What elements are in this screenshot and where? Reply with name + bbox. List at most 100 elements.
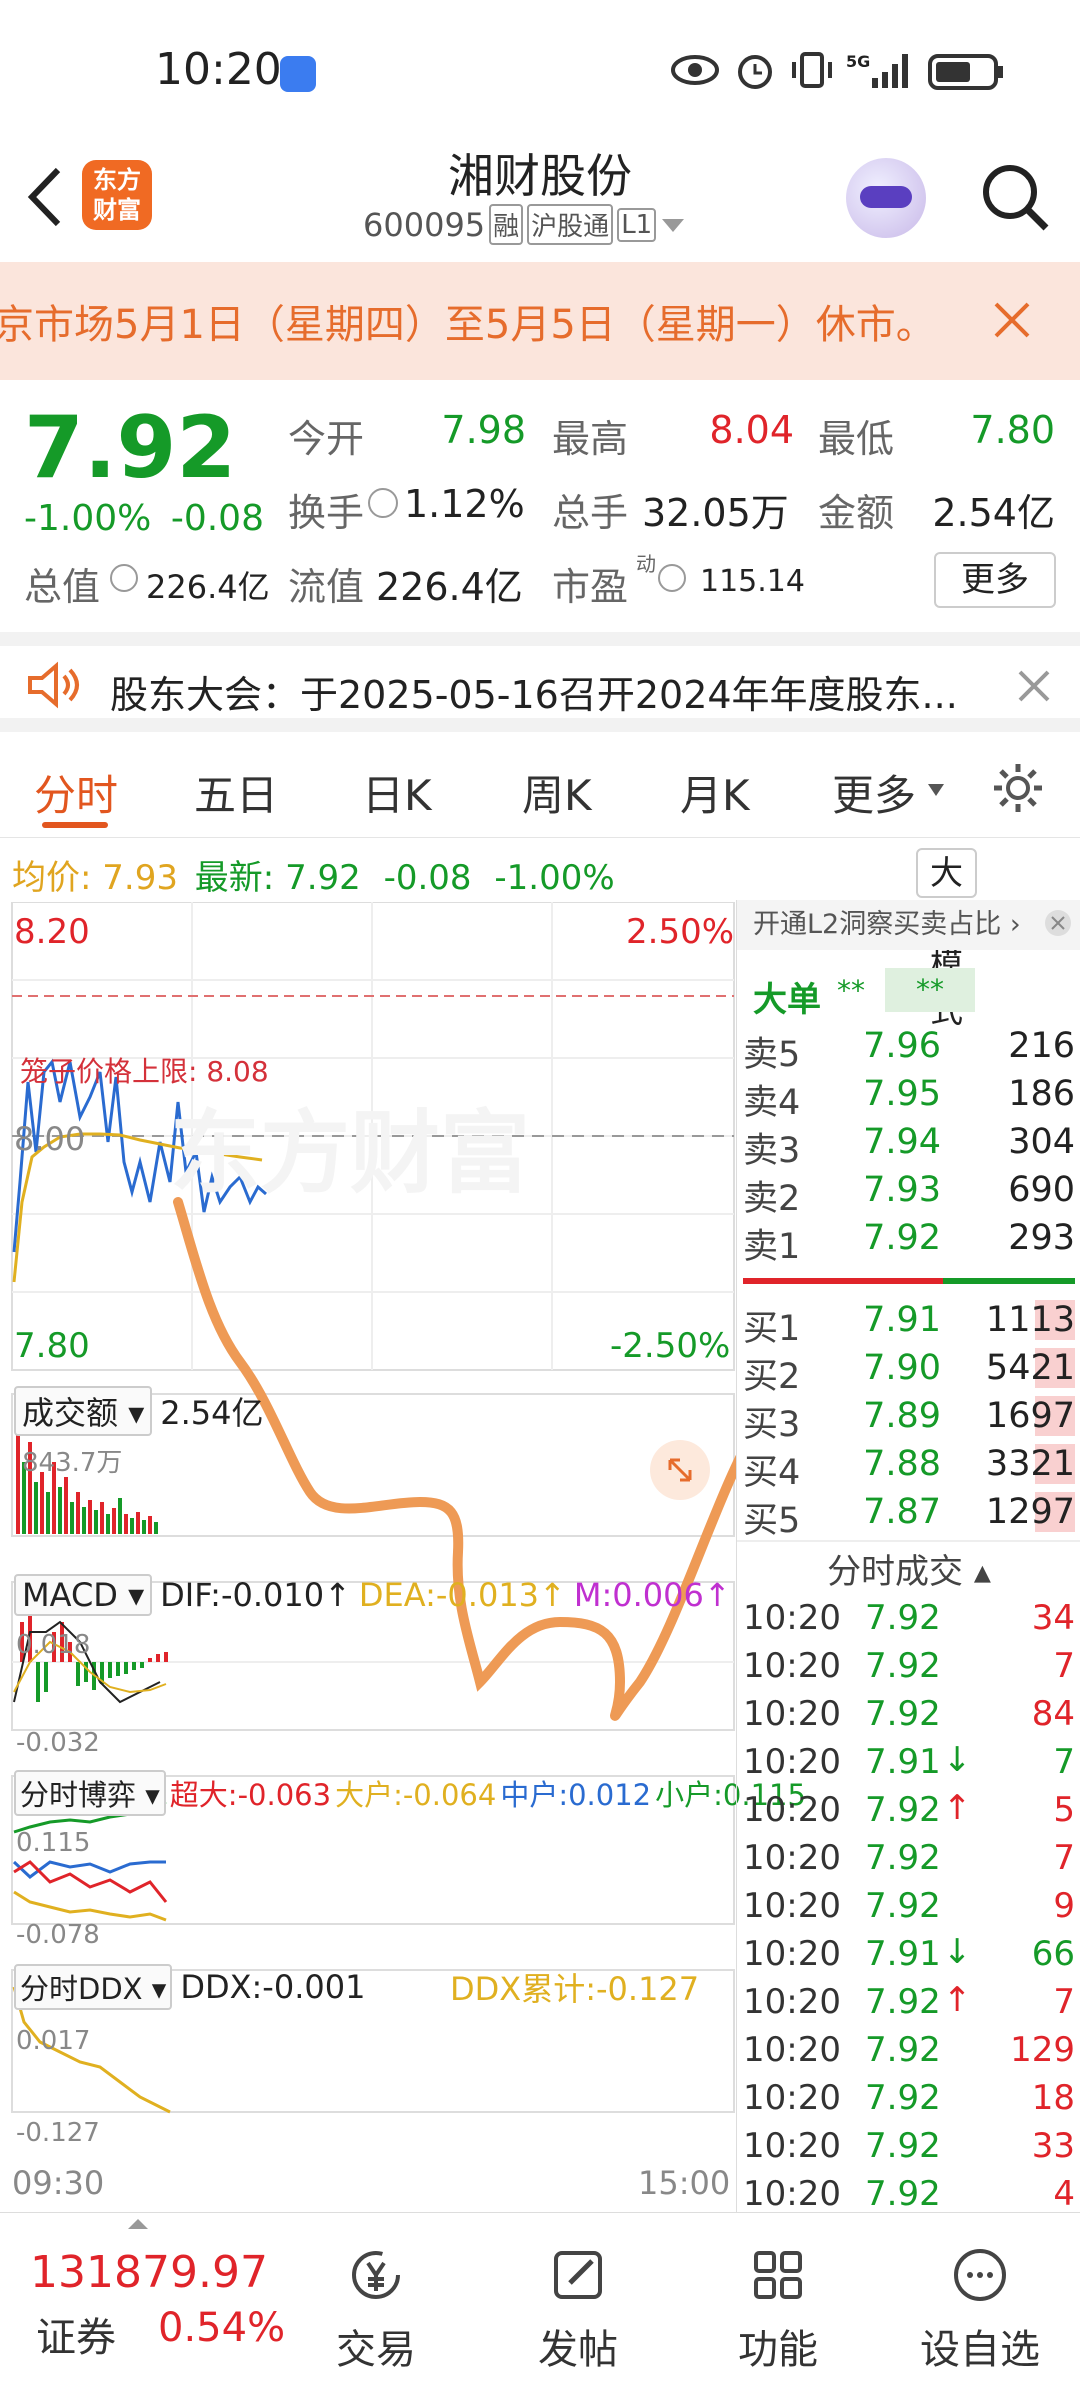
ticks-header[interactable]: 分时成交 ▴ <box>737 1544 1080 1593</box>
tab-weekly-k[interactable]: 周K <box>522 762 592 823</box>
gear-icon[interactable] <box>990 760 1046 816</box>
ddx-axis-top: 0.017 <box>16 2026 91 2056</box>
tick-row: 10:20 7.92 18 <box>737 2074 1080 2122</box>
bid-label: 买5 <box>743 1501 801 1541</box>
nav-trade[interactable]: 交易 <box>306 2243 446 2375</box>
tick-row: 10:20 7.92 33 <box>737 2122 1080 2170</box>
stock-code-row[interactable]: 600095 融 沪股通 L1 <box>363 204 723 245</box>
tick-price: 7.92 <box>865 1982 941 2022</box>
ask-row[interactable]: 卖4 7.95 186 <box>737 1070 1080 1123</box>
tab-five-day[interactable]: 五日 <box>194 762 278 823</box>
close-icon[interactable] <box>1043 908 1073 938</box>
bid-volume: 1297 <box>985 1492 1075 1532</box>
stock-code: 600095 <box>363 205 486 244</box>
bid-volume: 1113 <box>985 1300 1075 1340</box>
tick-price: 7.91 <box>865 1742 941 1782</box>
chevron-down-icon <box>928 784 944 796</box>
tick-time: 10:20 <box>743 2126 841 2166</box>
bid-row[interactable]: 买3 7.89 1697 <box>737 1392 1080 1445</box>
intraday-chart[interactable]: 均价: 7.93 最新: 7.92 -0.08 -1.00% 大单模式 <box>0 840 977 2212</box>
ask-row[interactable]: 卖5 7.96 216 <box>737 1022 1080 1075</box>
ask-price: 7.96 <box>863 1026 941 1066</box>
close-icon[interactable] <box>990 298 1034 342</box>
macd-header: MACD ▾ DIF:-0.010↑ DEA:-0.013↑ M:0.006↑ <box>14 1574 731 1616</box>
pct-axis-bottom: -2.50% <box>610 1326 731 1366</box>
nav-functions[interactable]: 功能 <box>708 2243 848 2375</box>
avg-value: 7.93 <box>102 858 178 898</box>
game-super: 超大:-0.063 <box>169 1778 332 1812</box>
time-axis-end: 15:00 <box>638 2164 731 2202</box>
big-order-mode-button[interactable]: 大单模式 <box>916 848 977 1030</box>
app-logo[interactable]: 东方 财富 <box>82 160 152 230</box>
float-value: 226.4亿 <box>376 565 523 609</box>
tick-list[interactable]: 10:20 7.92 34 10:20 7.92 7 10:20 7.92 84 10:20 7.9… <box>737 1594 1080 2214</box>
pe-value: 115.14 <box>700 564 805 599</box>
amount-label: 金额 <box>818 491 895 535</box>
tick-volume: 7 <box>1053 1742 1075 1782</box>
more-circle-icon <box>954 2249 1006 2301</box>
game-selector[interactable]: 分时博弈 ▾ <box>14 1770 166 1816</box>
more-button[interactable]: 更多 <box>934 552 1056 608</box>
tick-row: 10:20 7.92 4 <box>737 2170 1080 2214</box>
tick-volume: 7 <box>1053 1646 1075 1686</box>
tick-time: 10:20 <box>743 2078 841 2118</box>
tick-volume: 7 <box>1053 1838 1075 1878</box>
ask-row[interactable]: 卖2 7.93 690 <box>737 1166 1080 1219</box>
tab-monthly-k[interactable]: 月K <box>680 762 750 823</box>
speaker-icon <box>28 661 79 709</box>
nav-add-watchlist[interactable]: 设自选 <box>910 2243 1050 2375</box>
market-notice-banner: 京市场5月1日（星期四）至5月5日（星期一）休市。 <box>0 262 1080 380</box>
tab-daily-k[interactable]: 日K <box>362 762 432 823</box>
announcement-text: 股东大会：于2025-05-16召开2024年年度股东... <box>110 673 958 717</box>
network-type: 5G <box>846 52 871 71</box>
announcement-bar[interactable]: 股东大会：于2025-05-16召开2024年年度股东... <box>0 632 1080 732</box>
ask-row[interactable]: 卖3 7.94 304 <box>737 1118 1080 1171</box>
tick-price: 7.92 <box>865 2078 941 2118</box>
tag-margin: 融 <box>489 204 524 245</box>
close-icon[interactable] <box>1016 668 1052 704</box>
nav-post[interactable]: 发帖 <box>508 2243 648 2375</box>
search-icon[interactable] <box>978 160 1054 236</box>
tick-price: 7.92 <box>865 1646 941 1686</box>
mcap-value: 226.4亿 <box>146 568 270 606</box>
robot-assistant-icon[interactable] <box>846 158 926 238</box>
expand-icon <box>668 1458 692 1482</box>
tick-volume: 34 <box>1031 1598 1075 1638</box>
bid-row[interactable]: 买1 7.91 1113 <box>737 1296 1080 1349</box>
index-name: 证券 <box>36 2315 116 2361</box>
index-value[interactable]: 131879.97 <box>30 2247 268 2298</box>
index-pct: 0.54% <box>158 2305 286 2351</box>
bid-row[interactable]: 买2 7.90 5421 <box>737 1344 1080 1397</box>
price-axis-top: 8.20 <box>14 912 90 952</box>
info-icon[interactable] <box>658 564 686 592</box>
info-icon[interactable] <box>368 488 398 518</box>
info-icon[interactable] <box>110 564 138 592</box>
tick-time: 10:20 <box>743 2174 841 2214</box>
change-amount: -0.08 <box>170 498 264 539</box>
quote-panel: 7.92 -1.00% -0.08 今开 7.98 最高 8.04 最低 7.8… <box>0 380 1080 632</box>
tab-intraday[interactable]: 分时 <box>34 762 118 823</box>
bid-row[interactable]: 买5 7.87 1297 <box>737 1488 1080 1541</box>
high-value: 8.04 <box>709 408 794 452</box>
clock: 10:20 <box>155 44 282 95</box>
volume-value: 32.05万 <box>642 491 789 535</box>
expand-chart-button[interactable] <box>650 1440 710 1500</box>
game-label: 分时博弈 <box>20 1778 137 1812</box>
bid-row[interactable]: 买4 7.88 3321 <box>737 1440 1080 1493</box>
tick-price: 7.92 <box>865 2126 941 2166</box>
tick-direction: ↓ <box>943 1740 972 1780</box>
tick-row: 10:20 7.92 ↑ 7 <box>737 1978 1080 2026</box>
tick-row: 10:20 7.92 34 <box>737 1594 1080 1642</box>
macd-dea: DEA:-0.013↑ <box>358 1576 566 1614</box>
back-icon[interactable] <box>22 162 66 232</box>
l2-promo[interactable]: 开通L2洞察买卖占比 › <box>737 900 1080 950</box>
big-order-value-2: ** <box>885 968 975 1012</box>
ddx-selector[interactable]: 分时DDX ▾ <box>14 1964 173 2010</box>
tick-volume: 7 <box>1053 1982 1075 2022</box>
bid-price: 7.91 <box>863 1300 941 1340</box>
tab-more[interactable]: 更多 <box>832 762 916 823</box>
ask-row[interactable]: 卖1 7.92 293 <box>737 1214 1080 1267</box>
volume-selector[interactable]: 成交额 ▾ <box>14 1386 153 1436</box>
bid-price: 7.88 <box>863 1444 941 1484</box>
macd-selector[interactable]: MACD ▾ <box>14 1574 153 1616</box>
